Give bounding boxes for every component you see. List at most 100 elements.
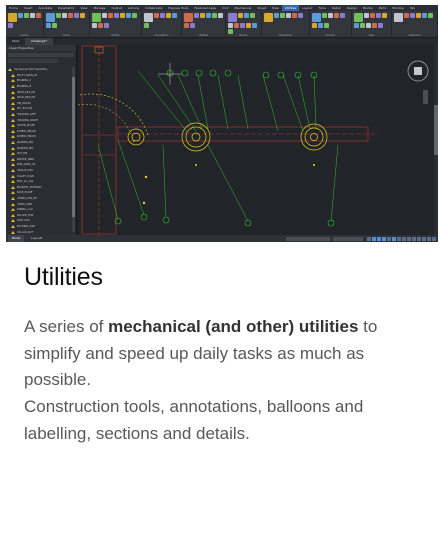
status-toggle-icon[interactable] xyxy=(377,236,381,241)
ribbon-tool-icon[interactable] xyxy=(46,13,55,22)
ribbon-tool-icon[interactable] xyxy=(228,13,237,22)
ribbon-tool-icon[interactable] xyxy=(92,23,97,28)
ribbon-tool-icon[interactable] xyxy=(340,13,345,18)
ribbon-tool-icon[interactable] xyxy=(166,13,171,18)
ribbon-tool-icon[interactable] xyxy=(68,13,73,18)
status-toggle-icon[interactable] xyxy=(432,236,436,241)
ribbon-tool-icon[interactable] xyxy=(416,13,421,18)
ribbon-tool-icon[interactable] xyxy=(52,23,57,28)
doc-tab-drawing[interactable]: Drawing1* xyxy=(25,38,54,45)
ribbon-tool-icon[interactable] xyxy=(274,13,279,18)
ribbon-tool-icon[interactable] xyxy=(190,23,195,28)
ribbon-tool-icon[interactable] xyxy=(286,13,291,18)
ribbon-tool-icon[interactable] xyxy=(334,13,339,18)
drawing-viewport[interactable] xyxy=(77,45,434,235)
ribbon-tool-icon[interactable] xyxy=(250,13,255,18)
status-toggle-icon[interactable] xyxy=(412,236,416,241)
status-toggle-icon[interactable] xyxy=(427,236,431,241)
ribbon-tool-icon[interactable] xyxy=(410,13,415,18)
ribbon-tool-icon[interactable] xyxy=(218,13,223,18)
panel-scrollbar[interactable] xyxy=(72,67,75,232)
ribbon-tool-icon[interactable] xyxy=(62,13,67,18)
ribbon-tool-icon[interactable] xyxy=(36,13,41,18)
status-toggle-icon[interactable] xyxy=(367,236,371,241)
status-toggle-icon[interactable] xyxy=(422,236,426,241)
status-toggle-icon[interactable] xyxy=(392,236,396,241)
ribbon-tool-icon[interactable] xyxy=(212,13,217,18)
ribbon-tool-icon[interactable] xyxy=(394,13,403,22)
doc-tab-start[interactable]: Start xyxy=(6,38,25,45)
ribbon-tool-icon[interactable] xyxy=(74,13,79,18)
ribbon-tool-icon[interactable] xyxy=(102,13,107,18)
status-toggle-icon[interactable] xyxy=(372,236,376,241)
ribbon-tool-icon[interactable] xyxy=(200,13,205,18)
ribbon-tool-icon[interactable] xyxy=(184,23,189,28)
ribbon-tool-icon[interactable] xyxy=(98,23,103,28)
ribbon-tool-icon[interactable] xyxy=(240,23,245,28)
status-toggle-icon[interactable] xyxy=(382,236,386,241)
ribbon-tool-icon[interactable] xyxy=(238,13,243,18)
ribbon-tool-icon[interactable] xyxy=(234,23,239,28)
ribbon-tool-icon[interactable] xyxy=(428,13,433,18)
tree-item[interactable]: COLLAR_D25 xyxy=(8,229,72,235)
ribbon-tool-icon[interactable] xyxy=(154,13,159,18)
ribbon-tool-icon[interactable] xyxy=(104,23,109,28)
ribbon-tool-icon[interactable] xyxy=(312,23,317,28)
status-toggle-icon[interactable] xyxy=(407,236,411,241)
ribbon-tool-icon[interactable] xyxy=(318,23,323,28)
ribbon-tool-icon[interactable] xyxy=(372,23,377,28)
ribbon-tool-icon[interactable] xyxy=(354,23,359,28)
ribbon-tool-icon[interactable] xyxy=(228,23,233,28)
ribbon-tool-icon[interactable] xyxy=(364,13,369,18)
ribbon-tool-icon[interactable] xyxy=(382,13,387,18)
orbit-icon[interactable] xyxy=(423,90,428,104)
ribbon-tool-icon[interactable] xyxy=(144,23,149,28)
ribbon-tool-icon[interactable] xyxy=(322,13,327,18)
ribbon-tool-icon[interactable] xyxy=(92,13,101,22)
ribbon-tool-icon[interactable] xyxy=(114,13,119,18)
ribbon-tool-icon[interactable] xyxy=(24,13,29,18)
ribbon-tool-icon[interactable] xyxy=(126,13,131,18)
ribbon-tool-icon[interactable] xyxy=(246,23,251,28)
ribbon-tool-icon[interactable] xyxy=(172,13,177,18)
ribbon-tool-icon[interactable] xyxy=(160,13,165,18)
ribbon-tool-icon[interactable] xyxy=(8,13,17,22)
ribbon-tool-icon[interactable] xyxy=(292,13,297,18)
ribbon-tool-icon[interactable] xyxy=(144,13,153,22)
status-toggle-icon[interactable] xyxy=(402,236,406,241)
layer-tree[interactable]: Mechanical Part Assembly SHAFT_MAIN_01 BEA… xyxy=(8,67,72,235)
viewcube-icon[interactable] xyxy=(407,60,429,82)
ribbon-tool-icon[interactable] xyxy=(264,13,273,22)
ribbon-tool-icon[interactable] xyxy=(56,13,61,18)
ribbon-tool-icon[interactable] xyxy=(360,23,365,28)
ribbon-tool-icon[interactable] xyxy=(404,13,409,18)
ribbon-tool-icon[interactable] xyxy=(298,13,303,18)
ribbon-tool-icon[interactable] xyxy=(46,23,51,28)
ribbon-tool-icon[interactable] xyxy=(120,13,125,18)
ribbon-tool-icon[interactable] xyxy=(328,13,333,18)
ribbon-tool-icon[interactable] xyxy=(376,13,381,18)
ribbon-tool-icon[interactable] xyxy=(252,23,257,28)
ribbon-tool-icon[interactable] xyxy=(366,23,371,28)
ribbon-tool-icon[interactable] xyxy=(370,13,375,18)
ribbon-tool-icon[interactable] xyxy=(8,23,13,28)
ribbon-tool-icon[interactable] xyxy=(80,13,85,18)
ribbon-tool-icon[interactable] xyxy=(206,13,211,18)
ribbon-tool-icon[interactable] xyxy=(244,13,249,18)
layout-tab-model[interactable]: Model xyxy=(8,235,25,242)
ribbon-tool-icon[interactable] xyxy=(108,13,113,18)
status-toggle-icon[interactable] xyxy=(417,236,421,241)
ribbon-tool-icon[interactable] xyxy=(280,13,285,18)
layout-tab-layout1[interactable]: Layout1 xyxy=(27,235,46,242)
ribbon-tool-icon[interactable] xyxy=(132,13,137,18)
ribbon-tool-icon[interactable] xyxy=(194,13,199,18)
ribbon-tool-icon[interactable] xyxy=(312,13,321,22)
ribbon-tool-icon[interactable] xyxy=(18,13,23,18)
status-toggles[interactable] xyxy=(366,236,436,241)
ribbon-tool-icon[interactable] xyxy=(354,13,363,22)
ribbon-tool-icon[interactable] xyxy=(422,13,427,18)
ribbon-tool-icon[interactable] xyxy=(184,13,193,22)
ribbon-tool-icon[interactable] xyxy=(30,13,35,18)
viewport-scrollbar[interactable] xyxy=(434,45,438,235)
status-toggle-icon[interactable] xyxy=(387,236,391,241)
